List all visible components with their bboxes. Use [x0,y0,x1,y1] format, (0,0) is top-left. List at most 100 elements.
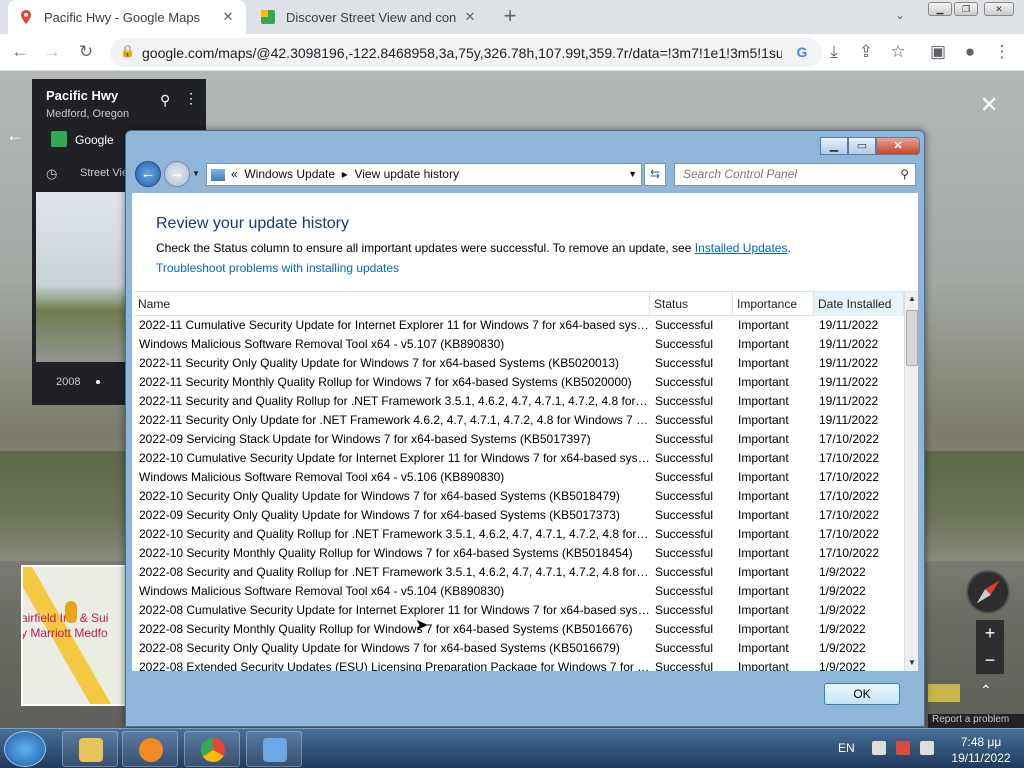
street-view-thumbnail[interactable] [36,192,126,362]
zoom-in-button[interactable]: + [976,620,1004,647]
back-icon[interactable]: ← [10,42,30,62]
breadcrumb-overflow[interactable]: « [231,167,238,181]
ok-button[interactable]: OK [824,683,900,705]
volume-icon[interactable] [920,741,934,755]
new-tab-button[interactable]: + [498,5,522,27]
control-panel-icon [263,738,287,762]
table-row[interactable]: 2022-11 Security Monthly Quality Rollup … [134,373,904,392]
cell-name: 2022-08 Security Monthly Quality Rollup … [139,622,633,636]
table-row[interactable]: 2022-08 Extended Security Updates (ESU) … [134,658,904,671]
language-indicator[interactable]: EN [838,741,855,755]
table-row[interactable]: 2022-11 Cumulative Security Update for I… [134,316,904,335]
thumbnail-strip[interactable] [928,684,960,702]
cell-importance: Important [738,508,789,522]
expand-chevron-icon[interactable]: ⌃ [980,682,992,699]
folder-icon [79,738,103,762]
table-row[interactable]: 2022-08 Security Monthly Quality Rollup … [134,620,904,639]
install-icon[interactable]: ⤓ [824,42,844,62]
close-tab-icon[interactable]: ✕ [462,9,478,25]
breadcrumb-view-history[interactable]: View update history [354,167,459,181]
taskbar-explorer[interactable] [62,731,118,767]
menu-kebab-icon[interactable]: ⋮ [992,42,1012,62]
table-row[interactable]: 2022-10 Security Monthly Quality Rollup … [134,544,904,563]
address-breadcrumb[interactable]: « Windows Update ▸ View update history ▼ [206,163,642,186]
table-row[interactable]: 2022-11 Security and Quality Rollup for … [134,392,904,411]
close-street-view-icon[interactable]: ✕ [980,92,998,118]
cell-status: Successful [655,337,714,351]
table-row[interactable]: 2022-11 Security Only Quality Update for… [134,354,904,373]
share-icon[interactable]: ⇪ [856,42,876,62]
scrollbar-thumb[interactable] [906,310,918,366]
dialog-close-button[interactable]: ✕ [876,137,920,155]
profile-avatar-icon[interactable]: ● [960,42,980,62]
table-row[interactable]: 2022-09 Servicing Stack Update for Windo… [134,430,904,449]
table-row[interactable]: Windows Malicious Software Removal Tool … [134,468,904,487]
tab-google-maps[interactable]: Pacific Hwy - Google Maps ✕ [8,0,246,34]
installed-updates-link[interactable]: Installed Updates [695,241,788,255]
close-tab-icon[interactable]: ✕ [220,9,236,25]
nav-forward-button[interactable]: → [164,161,190,187]
maximize-button[interactable]: ❐ [954,2,978,16]
start-button[interactable] [4,731,46,767]
timeline-year: 2008 [56,376,81,388]
scroll-down-icon[interactable]: ▼ [905,658,918,667]
dialog-maximize-button[interactable]: ▭ [848,137,876,155]
close-window-button[interactable]: ✕ [984,2,1014,16]
table-row[interactable]: 2022-08 Security Only Quality Update for… [134,639,904,658]
bookmark-star-icon[interactable]: ☆ [888,42,908,62]
table-row[interactable]: 2022-09 Security Only Quality Update for… [134,506,904,525]
table-row[interactable]: 2022-10 Security Only Quality Update for… [134,487,904,506]
search-input[interactable]: Search Control Panel ⚲ [674,163,916,186]
table-row[interactable]: 2022-08 Security and Quality Rollup for … [134,563,904,582]
troubleshoot-link[interactable]: Troubleshoot problems with installing up… [156,261,399,275]
cell-status: Successful [655,641,714,655]
dialog-minimize-button[interactable]: ▁ [820,137,848,155]
clock[interactable]: 7:48 μμ 19/11/2022 [946,734,1016,766]
report-problem-link[interactable]: Report a problem [928,714,1024,728]
history-clock-icon[interactable]: ◷ [46,166,57,182]
table-row[interactable]: Windows Malicious Software Removal Tool … [134,335,904,354]
address-dropdown-icon[interactable]: ▼ [628,164,637,185]
scroll-up-icon[interactable]: ▲ [905,294,918,303]
more-options-icon[interactable]: ⋮ [184,90,198,107]
action-center-icon[interactable] [896,741,910,755]
network-icon[interactable] [872,741,886,755]
cell-date: 1/9/2022 [819,603,866,617]
zoom-out-button[interactable]: − [976,647,1004,674]
vertical-scrollbar[interactable]: ▲ ▼ [904,292,918,671]
tab-search-chevron-icon[interactable]: ⌄ [895,8,905,22]
tab-discover-street-view[interactable]: Discover Street View and contrib ✕ [250,0,488,34]
reload-icon[interactable]: ↻ [76,42,96,62]
minimap[interactable]: airfield Inn & Sui y Marriott Medfo [21,565,129,706]
search-icon[interactable]: ⚲ [900,164,909,185]
table-row[interactable]: 2022-10 Cumulative Security Update for I… [134,449,904,468]
col-date-header[interactable]: Date Installed [814,292,904,316]
table-row[interactable]: 2022-11 Security Only Update for .NET Fr… [134,411,904,430]
timeline-slider-handle[interactable] [96,380,100,384]
table-row[interactable]: Windows Malicious Software Removal Tool … [134,582,904,601]
back-arrow-icon[interactable]: ← [6,125,24,146]
minimize-button[interactable]: ▁ [928,2,952,16]
forward-icon[interactable]: → [42,42,62,62]
side-panel-icon[interactable]: ▣ [928,42,948,62]
table-row[interactable]: 2022-08 Cumulative Security Update for I… [134,601,904,620]
cell-date: 19/11/2022 [819,356,879,370]
breadcrumb-windows-update[interactable]: Windows Update [244,167,335,181]
cell-importance: Important [738,622,789,636]
pin-icon[interactable]: ⚲ [160,92,170,109]
col-name-header[interactable]: Name [134,292,650,316]
google-lens-icon[interactable]: G [792,42,812,62]
address-bar[interactable]: 🔒 google.com/maps/@42.3098196,-122.84689… [110,38,822,67]
taskbar-chrome[interactable] [184,731,240,767]
nav-back-button[interactable]: ← [135,161,161,187]
taskbar-media-player[interactable] [122,731,178,767]
cell-importance: Important [738,375,789,389]
table-row[interactable]: 2022-10 Security and Quality Rollup for … [134,525,904,544]
col-status-header[interactable]: Status [650,292,733,316]
compass-icon[interactable] [966,570,1010,614]
taskbar-control-panel[interactable] [246,731,302,767]
refresh-button[interactable]: ⇆ [644,163,666,186]
pegman-icon[interactable] [65,601,77,623]
recent-pages-dropdown-icon[interactable]: ▼ [192,169,200,178]
col-importance-header[interactable]: Importance [733,292,814,316]
